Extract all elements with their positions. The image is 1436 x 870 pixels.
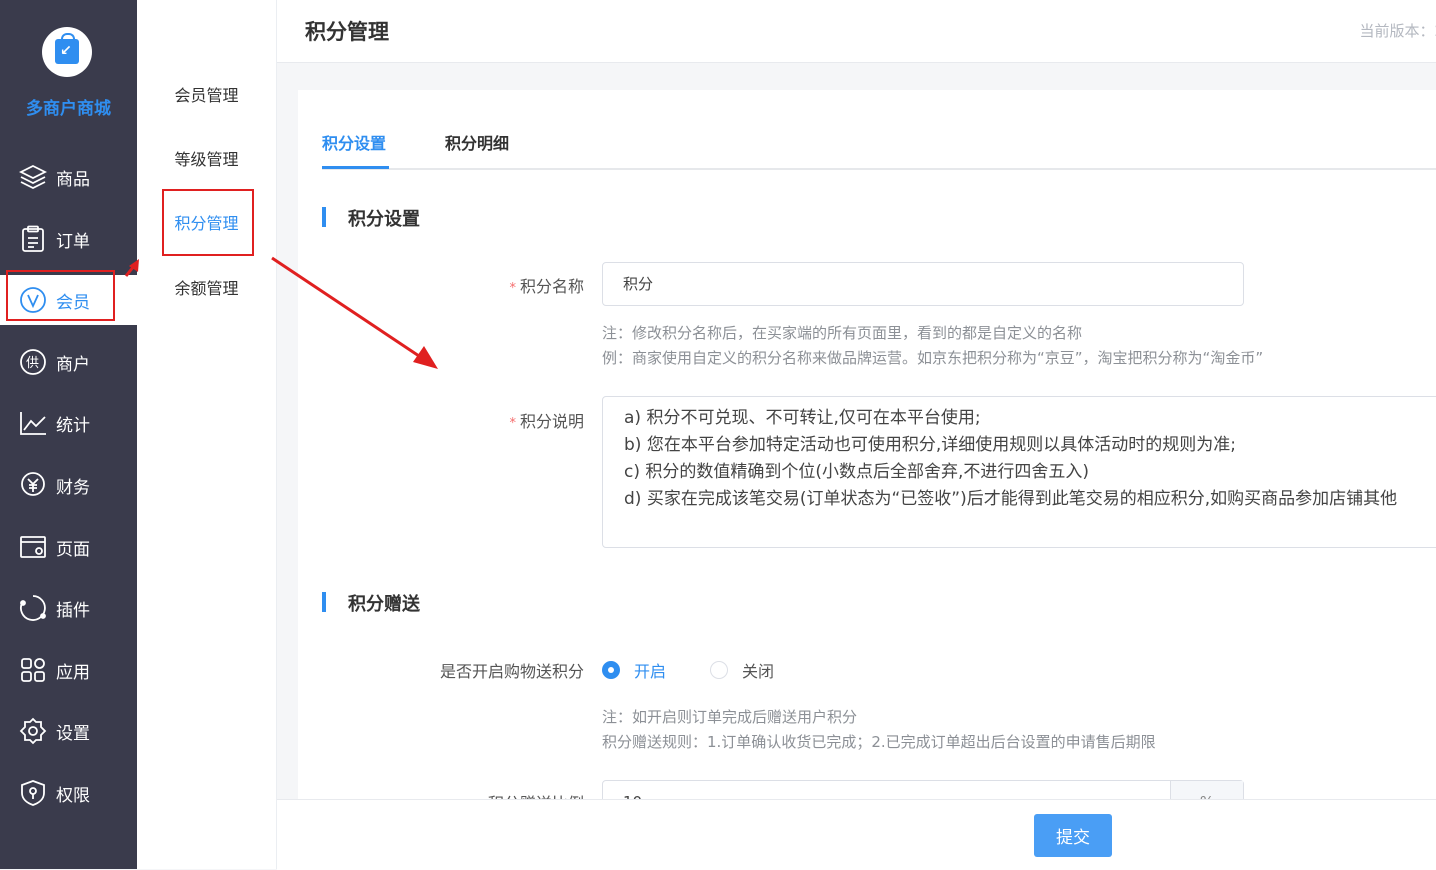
- highlight-box: [162, 189, 254, 256]
- sidebar-item-finance[interactable]: 财务: [0, 460, 137, 510]
- gift-switch-label: 是否开启购物送积分: [439, 662, 584, 681]
- logo: ↙: [42, 27, 92, 77]
- chart-icon: [18, 408, 48, 438]
- secondary-sidebar: 会员管理 等级管理 积分管理 余额管理: [137, 0, 277, 869]
- points-desc-textarea[interactable]: a) 积分不可兑现、不可转让,仅可在本平台使用; b) 您在本平台参加特定活动也…: [602, 396, 1436, 548]
- tab-points-detail[interactable]: 积分明细: [445, 130, 509, 154]
- sidebar-item-goods[interactable]: 商品: [0, 152, 137, 202]
- sidebar-item-label: 商户: [56, 354, 90, 375]
- required-mark: *: [509, 281, 516, 296]
- sidebar-item-plugins[interactable]: 插件: [0, 583, 137, 633]
- shopping-bag-icon: ↙: [55, 33, 79, 64]
- main-sidebar: ↙ 多商户商城 商品 订单 会员 供 商户 统计 财务 页面 插件 应用 设置 …: [0, 0, 137, 869]
- svg-text:供: 供: [26, 356, 39, 371]
- settings-card: 积分设置 积分明细 积分设置 * 积分名称 积分 注：修改积分名称后，在买家端的所…: [298, 90, 1436, 869]
- sidebar-item-label: 订单: [56, 231, 90, 252]
- sidebar-item-label: 权限: [56, 785, 90, 806]
- settings-icon: [18, 716, 48, 746]
- page-icon: [18, 532, 48, 562]
- active-tab-indicator: [322, 166, 389, 169]
- sidebar-item-label: 会员: [56, 292, 90, 313]
- subnav-item-level-management[interactable]: 等级管理: [137, 146, 276, 170]
- radio-disable[interactable]: 关闭: [710, 658, 774, 682]
- radio-enable[interactable]: 开启: [602, 658, 666, 682]
- subnav-item-balance-management[interactable]: 余额管理: [137, 275, 276, 299]
- sidebar-item-orders[interactable]: 订单: [0, 214, 137, 264]
- plugin-icon: [18, 593, 48, 623]
- member-v-icon: [18, 285, 48, 315]
- clipboard-icon: [18, 224, 48, 254]
- gift-hint: 注：如开启则订单完成后赠送用户积分: [602, 708, 858, 726]
- tab-bar: 积分设置 积分明细: [322, 130, 1436, 170]
- points-desc-label: * 积分说明: [509, 412, 584, 431]
- points-name-input[interactable]: 积分: [602, 262, 1244, 306]
- page-header: 积分管理 当前版本：2: [277, 0, 1436, 63]
- required-mark: *: [509, 416, 516, 431]
- tab-points-settings[interactable]: 积分设置: [322, 130, 386, 154]
- sidebar-item-label: 应用: [56, 662, 90, 683]
- desc-line: b) 您在本平台参加特定活动也可使用积分,详细使用规则以具体活动时的规则为准;: [624, 435, 1236, 455]
- layers-icon: [18, 162, 48, 192]
- sidebar-item-label: 设置: [56, 723, 90, 744]
- sidebar-item-statistics[interactable]: 统计: [0, 398, 137, 448]
- sidebar-item-merchants[interactable]: 供 商户: [0, 337, 137, 387]
- finance-icon: [18, 470, 48, 500]
- sidebar-item-label: 页面: [56, 539, 90, 560]
- sidebar-item-pages[interactable]: 页面: [0, 522, 137, 572]
- sidebar-item-permissions[interactable]: 权限: [0, 768, 137, 818]
- subnav-item-member-management[interactable]: 会员管理: [137, 82, 276, 106]
- sidebar-item-label: 统计: [56, 415, 90, 436]
- section-title-points-gift: 积分赠送: [322, 590, 420, 616]
- points-name-label: * 积分名称: [509, 277, 584, 296]
- radio-label: 开启: [634, 662, 667, 681]
- desc-line: a) 积分不可兑现、不可转让,仅可在本平台使用;: [624, 408, 981, 428]
- sidebar-item-apps[interactable]: 应用: [0, 645, 137, 695]
- version-text: 当前版本：2: [1359, 22, 1436, 40]
- footer-bar: 提交: [277, 799, 1436, 870]
- sidebar-item-settings[interactable]: 设置: [0, 706, 137, 756]
- page-title: 积分管理: [305, 20, 389, 44]
- points-name-example: 例：商家使用自定义的积分名称来做品牌运营。如京东把积分称为“京豆”，淘宝把积分称…: [602, 349, 1264, 367]
- supplier-icon: 供: [18, 347, 48, 377]
- radio-dot: [710, 661, 728, 679]
- radio-label: 关闭: [742, 662, 775, 681]
- submit-button[interactable]: 提交: [1034, 814, 1112, 857]
- section-title-points-settings: 积分设置: [322, 205, 420, 231]
- radio-dot: [602, 661, 620, 679]
- shield-icon: [18, 778, 48, 808]
- desc-line: d) 买家在完成该笔交易(订单状态为“已签收”)后才能得到此笔交易的相应积分,如…: [624, 489, 1398, 509]
- sidebar-item-label: 插件: [56, 600, 90, 621]
- sidebar-item-members[interactable]: 会员: [0, 270, 137, 325]
- desc-line: c) 积分的数值精确到个位(小数点后全部舍弃,不进行四舍五入): [624, 462, 1090, 482]
- gift-rules: 积分赠送规则：1.订单确认收货已完成；2.已完成订单超出后台设置的申请售后期限: [602, 733, 1156, 751]
- apps-icon: [18, 655, 48, 685]
- brand-name: 多商户商城: [26, 99, 111, 119]
- points-name-hint: 注：修改积分名称后，在买家端的所有页面里，看到的都是自定义的名称: [602, 324, 1083, 342]
- sidebar-item-label: 商品: [56, 169, 90, 190]
- sidebar-item-label: 财务: [56, 477, 90, 498]
